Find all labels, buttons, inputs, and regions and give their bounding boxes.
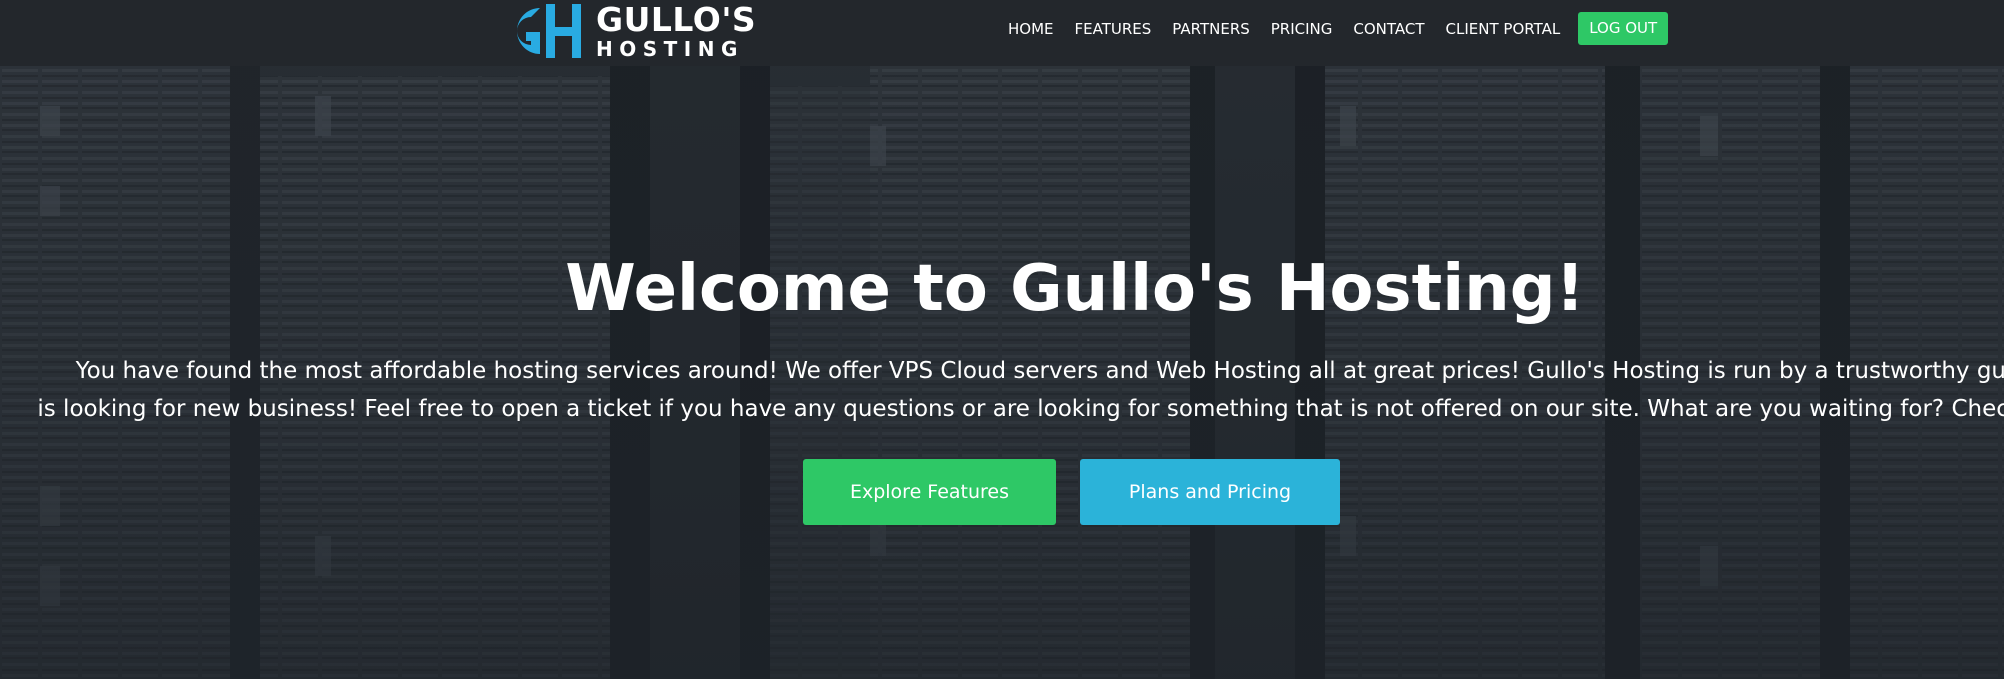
- hero-title: Welcome to Gullo's Hosting!: [565, 252, 1585, 326]
- plans-pricing-button[interactable]: Plans and Pricing: [1080, 459, 1340, 525]
- navbar: GULLO'S HOSTING HOME FEATURES PARTNERS P…: [0, 0, 2004, 66]
- nav-client-portal[interactable]: CLIENT PORTAL: [1446, 20, 1561, 38]
- logo-link[interactable]: GULLO'S HOSTING: [500, 0, 756, 62]
- explore-features-button[interactable]: Explore Features: [803, 459, 1056, 525]
- nav-features[interactable]: FEATURES: [1075, 20, 1152, 38]
- main-nav: HOME FEATURES PARTNERS PRICING CONTACT C…: [1008, 12, 1669, 45]
- brand-text: GULLO'S HOSTING: [596, 3, 756, 59]
- nav-partners[interactable]: PARTNERS: [1172, 20, 1249, 38]
- nav-home[interactable]: HOME: [1008, 20, 1054, 38]
- hero-description-line-1: You have found the most affordable hosti…: [75, 358, 2004, 384]
- brand-subtitle: HOSTING: [596, 37, 744, 61]
- page: GULLO'S HOSTING HOME FEATURES PARTNERS P…: [0, 0, 2004, 679]
- logout-button[interactable]: LOG OUT: [1578, 12, 1669, 45]
- brand-name: GULLO'S: [596, 0, 757, 39]
- nav-pricing[interactable]: PRICING: [1271, 20, 1333, 38]
- gh-logo-icon: [517, 4, 581, 58]
- hero-section: Welcome to Gullo's Hosting! You have fou…: [0, 66, 2004, 679]
- nav-contact[interactable]: CONTACT: [1353, 20, 1424, 38]
- hero-description-line-2: is looking for new business! Feel free t…: [37, 396, 2004, 422]
